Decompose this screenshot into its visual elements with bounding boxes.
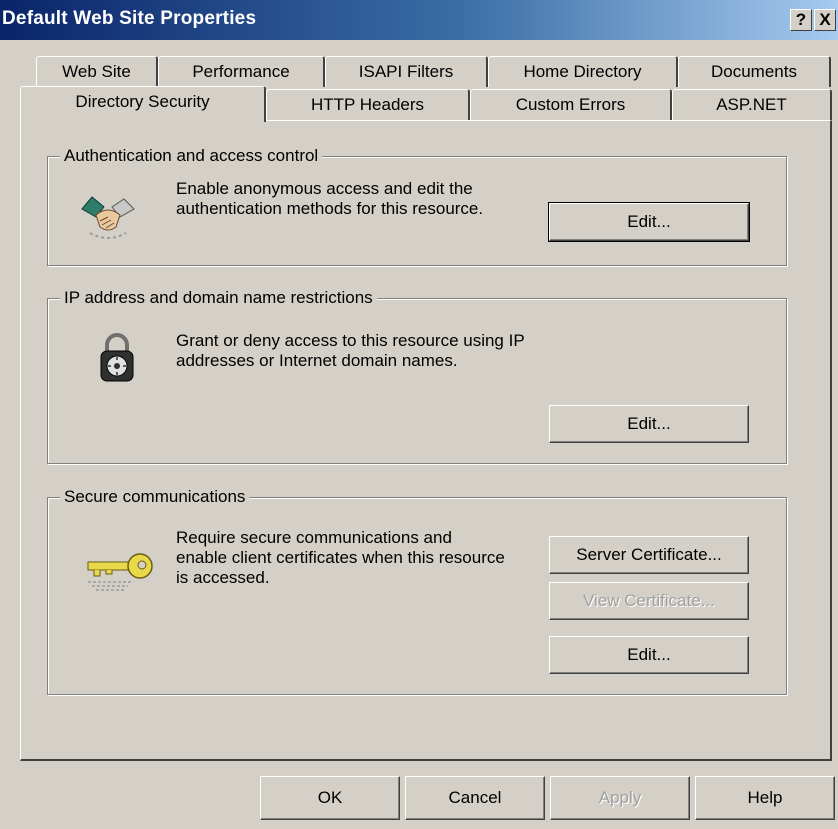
auth-edit-button[interactable]: Edit... (548, 202, 750, 242)
ip-description: Grant or deny access to this resource us… (176, 331, 525, 370)
tab-asp-net[interactable]: ASP.NET (672, 89, 832, 120)
tab-home-directory[interactable]: Home Directory (488, 56, 678, 87)
ip-group: IP address and domain name restrictions … (47, 287, 787, 464)
window-title: Default Web Site Properties (2, 8, 257, 29)
ip-edit-button[interactable]: Edit... (549, 405, 749, 443)
tab-custom-errors[interactable]: Custom Errors (470, 89, 672, 120)
tab-documents[interactable]: Documents (678, 56, 831, 87)
padlock-icon (100, 333, 134, 382)
help-title-button[interactable]: ? (790, 9, 812, 31)
tab-performance[interactable]: Performance (158, 56, 325, 87)
secure-group: Secure communications Require secure com… (47, 486, 787, 695)
ip-legend: IP address and domain name restrictions (60, 287, 377, 309)
tab-web-site[interactable]: Web Site (36, 56, 158, 87)
apply-button[interactable]: Apply (550, 776, 690, 820)
secure-legend: Secure communications (60, 486, 250, 508)
server-certificate-button[interactable]: Server Certificate... (549, 536, 749, 574)
handshake-icon (81, 196, 135, 239)
tab-http-headers[interactable]: HTTP Headers (266, 89, 470, 120)
auth-description: Enable anonymous access and edit the aut… (176, 179, 484, 218)
view-certificate-button[interactable]: View Certificate... (549, 582, 749, 620)
secure-description: Require secure communications and enable… (176, 528, 505, 587)
tab-isapi-filters[interactable]: ISAPI Filters (325, 56, 488, 87)
key-icon (87, 553, 153, 591)
ok-button[interactable]: OK (260, 776, 400, 820)
secure-edit-button[interactable]: Edit... (549, 636, 749, 674)
cancel-button[interactable]: Cancel (405, 776, 545, 820)
auth-group: Authentication and access control Enable… (47, 145, 787, 266)
title-bar: Default Web Site Properties ? X (0, 0, 838, 40)
close-button[interactable]: X (814, 9, 836, 31)
help-button[interactable]: Help (695, 776, 835, 820)
auth-legend: Authentication and access control (60, 145, 323, 167)
tab-directory-security[interactable]: Directory Security (20, 86, 266, 122)
